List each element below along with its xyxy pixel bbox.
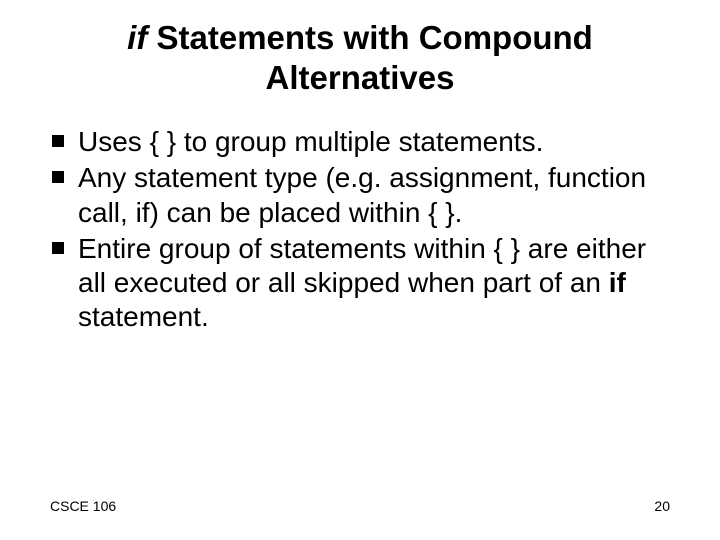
bullet-text: Any statement type (e.g. assignment, fun… bbox=[78, 162, 646, 227]
bullet-text-pre: Entire group of statements within { } ar… bbox=[78, 233, 646, 298]
footer-right: 20 bbox=[654, 498, 670, 514]
slide: if Statements with Compound Alternatives… bbox=[0, 0, 720, 540]
slide-footer: CSCE 106 20 bbox=[50, 498, 670, 514]
title-rest: Statements with Compound Alternatives bbox=[147, 19, 593, 96]
bullet-text: Uses { } to group multiple statements. bbox=[78, 126, 543, 157]
title-italic-prefix: if bbox=[127, 19, 147, 56]
list-item: Uses { } to group multiple statements. bbox=[50, 125, 670, 159]
list-item: Entire group of statements within { } ar… bbox=[50, 232, 670, 334]
bullet-text-bold: if bbox=[609, 267, 626, 298]
bullet-text-post: statement. bbox=[78, 301, 209, 332]
slide-title: if Statements with Compound Alternatives bbox=[50, 18, 670, 97]
footer-left: CSCE 106 bbox=[50, 498, 116, 514]
list-item: Any statement type (e.g. assignment, fun… bbox=[50, 161, 670, 229]
bullet-list: Uses { } to group multiple statements. A… bbox=[50, 125, 670, 334]
